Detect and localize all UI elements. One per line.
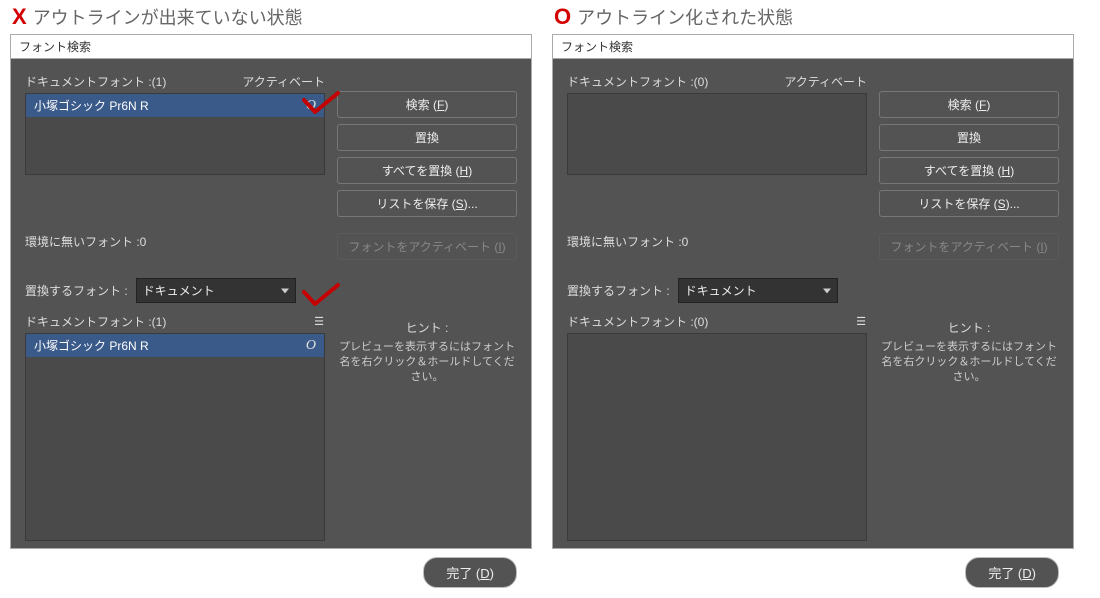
font-name: 小塚ゴシック Pr6N R [34,337,149,354]
mark-o-icon: O [554,4,571,30]
doc-fonts-2-listbox[interactable]: 小塚ゴシック Pr6N R O [25,333,325,541]
doc-fonts-listbox[interactable]: 小塚ゴシック Pr6N R O [25,93,325,175]
find-button[interactable]: 検索 (F) [337,91,517,118]
activate-font-button: フォントをアクティベート (I) [337,233,517,260]
font-find-dialog-left: フォント検索 ドキュメントフォント :(1) アクティベート 小塚ゴシック Pr… [10,34,532,549]
replace-all-button[interactable]: すべてを置換 (H) [879,157,1059,184]
replace-with-label: 置換するフォント : [567,282,670,299]
activate-col-label: アクティベート [784,73,867,90]
caption-right: O アウトライン化された状態 [552,0,1074,34]
hint-title: ヒント : [879,319,1059,336]
env-fonts-label: 環境に無いフォント :0 [567,235,688,249]
replace-with-select[interactable]: ドキュメント [136,278,296,303]
hint-body: プレビューを表示するにはフォント名を右クリック＆ホールドしてください。 [337,340,517,385]
caption-right-text: アウトライン化された状態 [577,4,793,30]
find-button[interactable]: 検索 (F) [879,91,1059,118]
list-item[interactable]: 小塚ゴシック Pr6N R O [26,334,324,357]
replace-with-select[interactable]: ドキュメント [678,278,838,303]
window-title: フォント検索 [11,35,531,59]
font-find-dialog-right: フォント検索 ドキュメントフォント :(0) アクティベート 検索 (F) [552,34,1074,549]
opentype-icon: O [306,98,316,114]
replace-all-button[interactable]: すべてを置換 (H) [337,157,517,184]
doc-fonts-label: ドキュメントフォント :(0) [567,73,708,90]
doc-fonts-2-label: ドキュメントフォント :(0) [567,313,708,330]
doc-fonts-label: ドキュメントフォント :(1) [25,73,166,90]
list-view-icon[interactable]: ☰ [856,315,867,328]
replace-button[interactable]: 置換 [879,124,1059,151]
save-list-button[interactable]: リストを保存 (S)... [879,190,1059,217]
window-title: フォント検索 [553,35,1073,59]
save-list-button[interactable]: リストを保存 (S)... [337,190,517,217]
caption-left: X アウトラインが出来ていない状態 [10,0,532,34]
mark-x-icon: X [12,4,27,30]
doc-fonts-2-listbox[interactable] [567,333,867,541]
replace-button[interactable]: 置換 [337,124,517,151]
font-name: 小塚ゴシック Pr6N R [34,97,149,114]
opentype-icon: O [306,338,316,354]
done-button[interactable]: 完了 (D) [423,557,517,588]
activate-col-label: アクティベート [242,73,325,90]
activate-font-button: フォントをアクティベート (I) [879,233,1059,260]
env-fonts-label: 環境に無いフォント :0 [25,235,146,249]
doc-fonts-2-label: ドキュメントフォント :(1) [25,313,166,330]
done-button[interactable]: 完了 (D) [965,557,1059,588]
doc-fonts-listbox[interactable] [567,93,867,175]
caption-left-text: アウトラインが出来ていない状態 [33,4,303,30]
hint-body: プレビューを表示するにはフォント名を右クリック＆ホールドしてください。 [879,340,1059,385]
list-view-icon[interactable]: ☰ [314,315,325,328]
hint-title: ヒント : [337,319,517,336]
replace-with-label: 置換するフォント : [25,282,128,299]
list-item[interactable]: 小塚ゴシック Pr6N R O [26,94,324,117]
